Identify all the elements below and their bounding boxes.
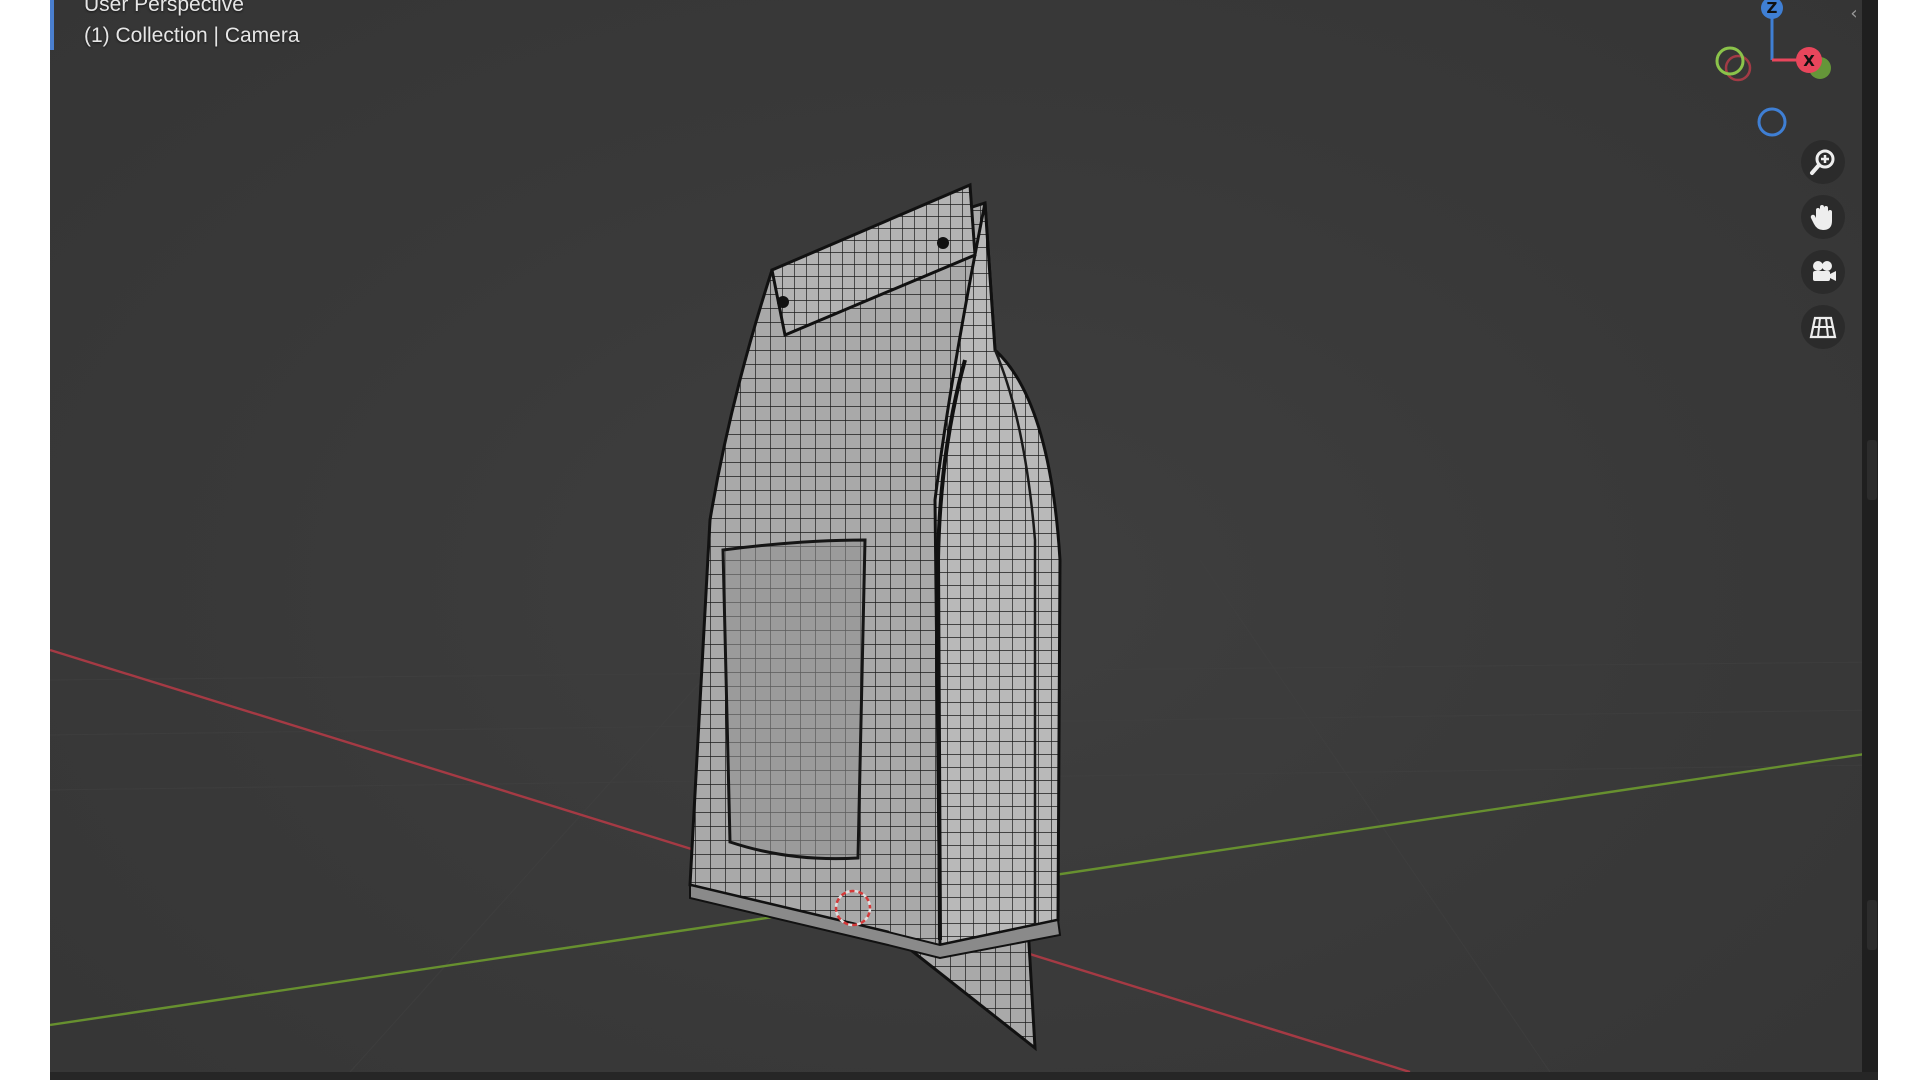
hand-icon xyxy=(1810,205,1832,230)
view-perspective-label: User Perspective xyxy=(84,0,244,16)
navigation-gizmo[interactable]: Z X xyxy=(1700,0,1850,140)
gizmo-y-icon xyxy=(1715,46,1745,76)
3d-viewport[interactable] xyxy=(50,0,1878,1072)
svg-text:X: X xyxy=(1803,52,1815,70)
camera-view-button[interactable] xyxy=(1801,250,1845,294)
viewport-bottom-bar xyxy=(50,1072,1878,1080)
sidebar-tab[interactable] xyxy=(1867,440,1877,500)
camera-icon xyxy=(1813,261,1836,281)
pan-button[interactable] xyxy=(1801,195,1845,239)
gizmo-neg-z-icon xyxy=(1757,107,1787,137)
collection-label: (1) Collection | Camera xyxy=(84,24,300,47)
scene-canvas[interactable] xyxy=(50,0,1878,1072)
ortho-toggle-button[interactable] xyxy=(1801,305,1845,349)
sidebar-tab[interactable] xyxy=(1867,900,1877,950)
svg-text:Z: Z xyxy=(1767,0,1778,17)
sidebar-toggle-icon[interactable]: ‹ xyxy=(1846,2,1862,26)
bag-mesh-object xyxy=(688,182,1062,1052)
grid-icon xyxy=(1809,316,1837,339)
zoom-button[interactable] xyxy=(1801,140,1845,184)
zoom-icon xyxy=(1810,149,1835,175)
active-viewport-indicator xyxy=(50,0,54,50)
